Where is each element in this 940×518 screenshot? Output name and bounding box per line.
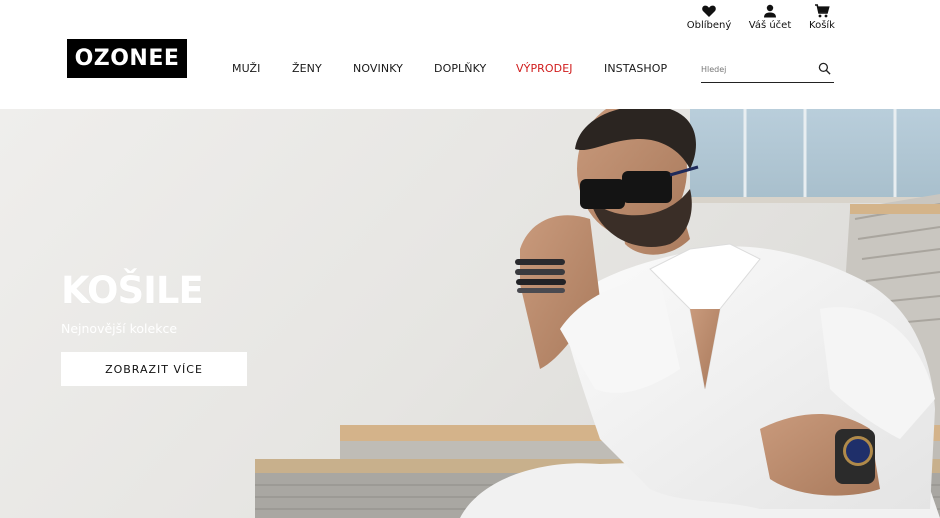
favorites-label: Oblíbený [686,20,732,31]
search-input[interactable] [701,60,811,78]
user-icon [764,4,776,18]
nav-item-muzi[interactable]: MUŽI [232,62,261,75]
account-link[interactable]: Váš účet [746,3,794,31]
cart-link[interactable]: Košík [806,3,838,31]
account-label: Váš účet [748,20,792,31]
search-icon[interactable] [818,62,831,75]
nav-item-vyprodej[interactable]: VÝPRODEJ [516,62,573,75]
hero-subtitle: Nejnovější kolekce [61,321,178,336]
site-logo[interactable]: OZONEE [67,39,187,78]
nav-item-instashop[interactable]: INSTASHOP [604,62,667,75]
cart-label: Košík [809,20,835,31]
show-more-button[interactable]: ZOBRAZIT VÍCE [61,352,247,386]
logo-text: OZONEE [74,46,180,71]
nav-item-zeny[interactable]: ŽENY [292,62,322,75]
hero-title: KOŠILE [61,269,204,312]
heart-icon [702,5,716,17]
cart-icon [815,4,830,18]
hero-banner[interactable]: KOŠILE Nejnovější kolekce ZOBRAZIT VÍCE [0,109,940,518]
nav-item-novinky[interactable]: NOVINKY [353,62,403,75]
favorites-link[interactable]: Oblíbený [686,3,732,31]
search-box [701,58,834,83]
hero-image [0,109,940,518]
site-header: Oblíbený Váš účet Košík OZONEE MUŽI ŽENY… [0,0,940,109]
nav-item-doplnky[interactable]: DOPLŇKY [434,62,486,75]
